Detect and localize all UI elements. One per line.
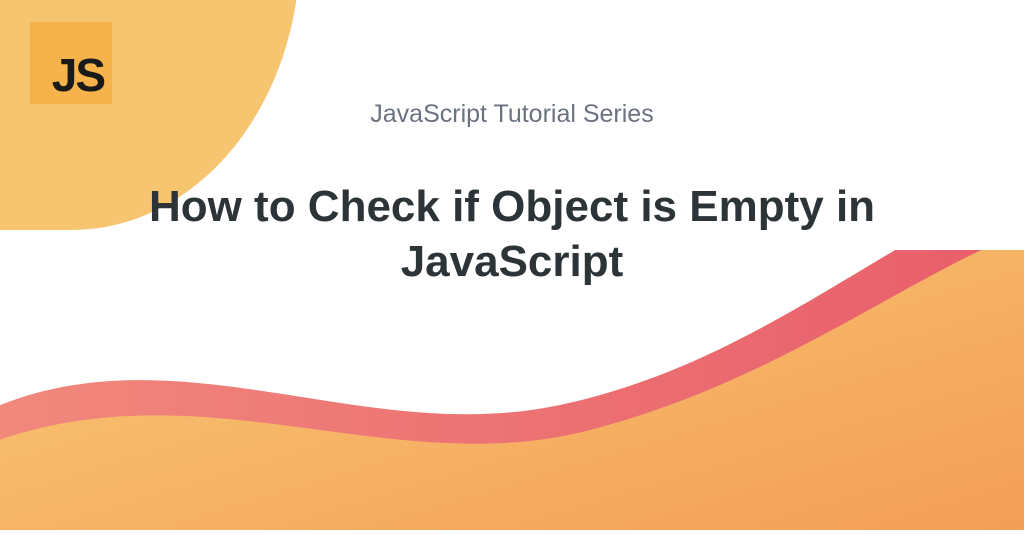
content-area: JavaScript Tutorial Series How to Check …: [0, 100, 1024, 289]
page-title: How to Check if Object is Empty in JavaS…: [102, 179, 922, 289]
js-logo-text: JS: [52, 52, 104, 98]
js-logo: JS: [30, 22, 112, 104]
decorative-wave-bottom: [0, 250, 1024, 530]
series-title: JavaScript Tutorial Series: [60, 100, 964, 129]
